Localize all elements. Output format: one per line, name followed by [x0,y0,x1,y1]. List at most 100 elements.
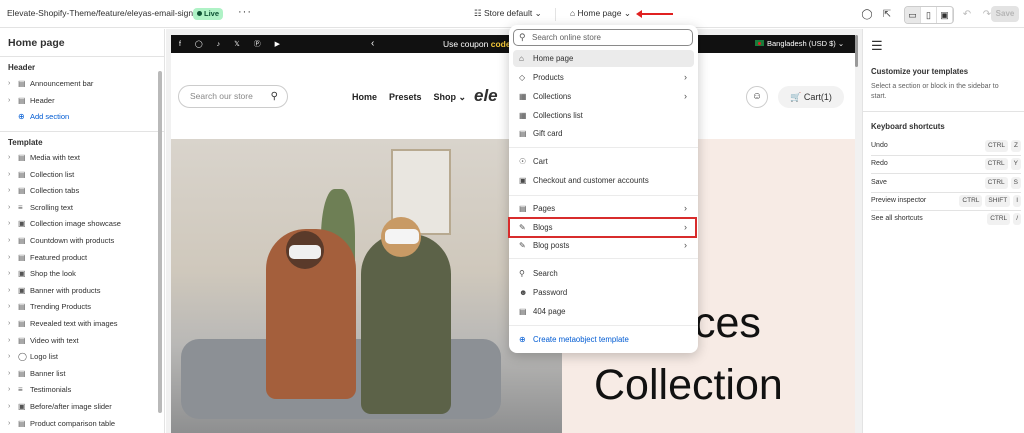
toolbar-icons: ◯ ⇱ ▭ ▯ ▣ ↶ ↷ [860,6,994,24]
template-search-input[interactable]: ⚲ Search online store [513,29,693,46]
chevron-right-icon: › [684,72,687,82]
chevron-right-icon[interactable]: › [8,287,18,294]
key-cap: CTRL [987,213,1011,226]
fullscreen-icon[interactable]: ▣ [937,7,953,23]
page-selector[interactable]: ⌂ Home page ⌄ [570,8,631,19]
sidebar-item-trending-products[interactable]: › ▤ Trending Products [8,300,91,313]
sidebar-item-label: Announcement bar [30,79,94,88]
chevron-right-icon[interactable]: › [8,254,18,261]
chevron-right-icon[interactable]: › [8,171,18,178]
sidebar-item-countdown-with-products[interactable]: › ▤ Countdown with products [8,234,114,247]
country-selector[interactable]: Bangladesh (USD $) ⌄ [755,39,844,48]
template-option-cart[interactable]: ☉ Cart [513,153,694,170]
chevron-right-icon[interactable]: › [8,80,18,87]
nav-link-shop[interactable]: Shop ⌄ [434,92,467,103]
undo-icon[interactable]: ↶ [960,8,974,22]
template-option-404-page[interactable]: ▤ 404 page [513,303,694,320]
template-option-collections-list[interactable]: ▦ Collections list [513,107,694,124]
chevron-right-icon: › [684,240,687,250]
hero-image [171,139,562,433]
key-cap: CTRL [984,158,1008,171]
chevron-right-icon[interactable]: › [8,220,18,227]
template-option-collections[interactable]: ▦ Collections › [513,88,694,105]
sidebar-item-media-with-text[interactable]: › ▤ Media with text [8,151,80,164]
template-option-gift-card[interactable]: ▤ Gift card [513,125,694,142]
chevron-right-icon[interactable]: › [8,154,18,161]
store-logo[interactable]: ele [474,86,498,106]
sidebar-item-banner-with-products[interactable]: › ▣ Banner with products [8,284,100,297]
desktop-icon[interactable]: ▭ [905,7,921,23]
sidebar-item-header[interactable]: › ▤ Header [8,94,55,107]
sidebar-item-collection-image-showcase[interactable]: › ▣ Collection image showcase [8,217,121,230]
template-option-blog-posts[interactable]: ✎ Blog posts › [513,237,694,254]
template-option-home-page[interactable]: ⌂ Home page [513,50,694,67]
template-option-label: Home page [533,54,574,63]
chevron-right-icon[interactable]: › [8,420,18,427]
chevron-right-icon[interactable]: › [8,303,18,310]
chevron-right-icon[interactable]: › [8,97,18,104]
sidebar-item-product-comparison-table[interactable]: › ▤ Product comparison table [8,417,115,430]
sidebar-scrollbar[interactable] [158,71,162,413]
gift-card-icon: ▤ [519,129,527,138]
section-icon: ▤ [18,319,26,328]
chevron-right-icon[interactable]: › [8,237,18,244]
cart-button[interactable]: 🛒 Cart(1) [778,86,844,108]
template-option-create-metaobject-template[interactable]: ⊕ Create metaobject template [513,331,694,348]
sidebar-item-label: Banner with products [30,285,101,295]
chevron-right-icon[interactable]: › [8,353,18,360]
sidebar-item-label: Banner list [30,368,66,378]
nav-link-home[interactable]: Home [352,92,377,103]
chevron-right-icon[interactable]: › [8,320,18,327]
add-section-button[interactable]: ⊕ Add section [8,110,69,123]
sidebar-item-label: Scrolling text [30,202,73,212]
sidebar-item-testimonials[interactable]: › ≡ Testimonials [8,383,71,396]
database-icon[interactable]: ◯ [860,8,874,22]
chevron-left-icon[interactable]: ‹ [371,38,374,49]
sidebar-item-featured-product[interactable]: › ▤ Featured product [8,251,87,264]
lock-icon: ☻ [519,288,528,297]
sidebar-item-announcement-bar[interactable]: › ▤ Announcement bar [8,77,93,90]
template-picker-dropdown: ⚲ Search online store ⌂ Home page ◇ Products… [509,25,698,353]
chevron-right-icon[interactable]: › [8,270,18,277]
template-option-search[interactable]: ⚲ Search [513,265,694,282]
template-option-products[interactable]: ◇ Products › [513,69,694,86]
more-actions-button[interactable]: ··· [238,6,252,18]
account-icon[interactable]: ☺ [746,86,768,108]
shortcut-row: See all shortcuts CTRL / [871,212,1021,226]
mobile-icon[interactable]: ▯ [921,7,937,23]
sidebar-item-shop-the-look[interactable]: › ▣ Shop the look [8,267,76,280]
template-option-password[interactable]: ☻ Password [513,284,694,301]
template-option-label: 404 page [533,307,566,316]
chevron-right-icon[interactable]: › [8,370,18,377]
nav-link-shop-label: Shop [433,92,457,102]
section-icon: ▣ [18,219,26,229]
chevron-right-icon[interactable]: › [8,403,18,410]
chevron-right-icon[interactable]: › [8,386,18,393]
template-option-pages[interactable]: ▤ Pages › [513,200,694,217]
sidebar-item-collection-list[interactable]: › ▤ Collection list [8,168,74,181]
chevron-right-icon[interactable]: › [8,187,18,194]
sidebar-item-banner-list[interactable]: › ▤ Banner list [8,367,65,380]
sidebar-item-collection-tabs[interactable]: › ▤ Collection tabs [8,184,79,197]
nav-link-presets[interactable]: Presets [389,92,422,103]
sidebar-item-before-after-image-slider[interactable]: › ▣ Before/after image slider [8,400,112,413]
template-option-checkout-and-customer-accounts[interactable]: ▣ Checkout and customer accounts [513,172,694,189]
template-group-label: Template [8,138,43,147]
preview-scrollbar[interactable] [855,35,858,67]
chevron-right-icon[interactable]: › [8,204,18,211]
tag-icon: ◇ [519,73,526,82]
flag-icon [755,40,764,46]
chevron-right-icon: › [684,203,687,213]
sidebar-item-video-with-text[interactable]: › ▤ Video with text [8,334,79,347]
chevron-right-icon[interactable]: › [8,337,18,344]
sidebar-item-revealed-text-with-images[interactable]: › ▤ Revealed text with images [8,317,118,330]
sidebar-item-logo-list[interactable]: › ◯ Logo list [8,350,58,363]
inspector-icon[interactable]: ⇱ [880,8,894,22]
store-search-input[interactable]: Search our store ⚲ [178,85,288,108]
sidebar-item-scrolling-text[interactable]: › ≡ Scrolling text [8,201,73,214]
sections-sidebar: Home page Header › ▤ Announcement bar › ▤ He… [0,29,165,433]
save-button[interactable]: Save [991,6,1019,22]
template-option-label: Blog posts [533,241,570,250]
store-selector[interactable]: ☷ Store default ⌄ [474,8,542,19]
theme-name[interactable]: Elevate-Shopify-Theme/feature/eleyas-ema… [7,8,203,18]
